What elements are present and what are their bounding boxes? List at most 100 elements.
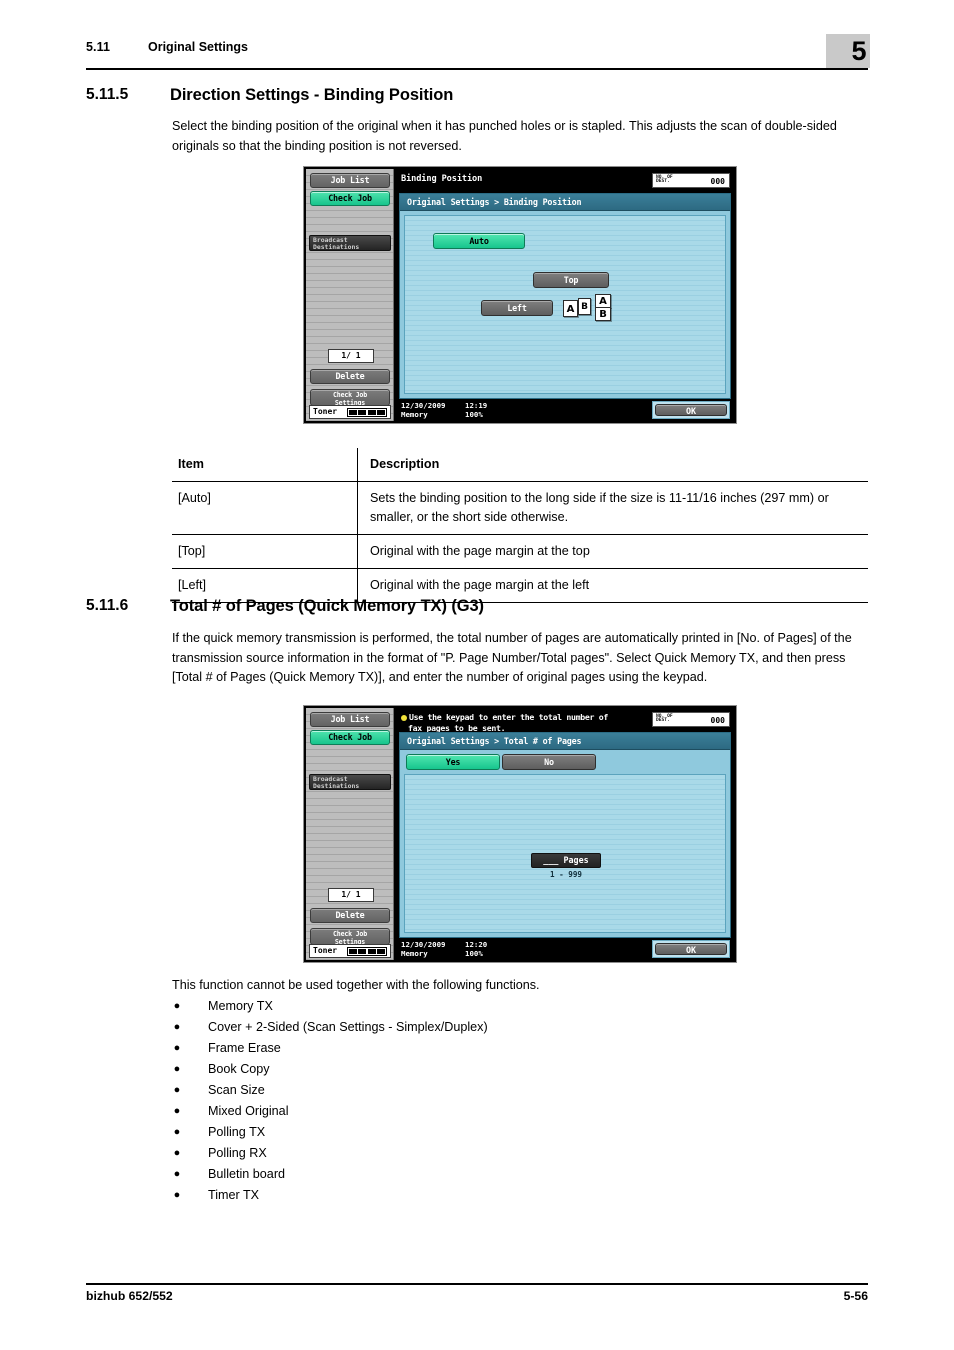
status-memory-value: 100% [465,410,483,419]
list-item-label: Polling TX [208,1125,266,1139]
job-list-button[interactable]: Job List [310,173,390,188]
destination-counter-value: 000 [710,177,725,186]
lcd-surface: Job List Check Job Broadcast Destination… [306,708,734,960]
broadcast-destinations-label: Broadcast Destinations [309,774,391,790]
sidebar-page-counter: 1/ 1 [328,349,374,363]
destination-counter-label-line-2: DEST. [656,718,670,724]
list-item-label: Mixed Original [208,1104,289,1118]
footer-product-name: bizhub 652/552 [86,1289,173,1303]
instruction-line-2: fax pages to be sent. [408,722,506,733]
check-job-button[interactable]: Check Job [310,191,390,206]
binding-preview-icons: A B A B [563,294,625,326]
table-cell-description: Sets the binding position to the long si… [370,491,829,524]
auto-binding-button[interactable]: Auto [433,233,525,249]
status-time: 12:20 [465,940,488,949]
yes-button[interactable]: Yes [406,754,500,770]
destination-counter-value: 000 [710,716,725,725]
lcd-instruction-message: Use the keypad to enter the total number… [401,712,651,733]
running-head-section-number: 5.11 [86,40,111,54]
lcd-header-title: Binding Position [401,174,483,184]
list-item-label: Book Copy [208,1062,270,1076]
destination-counter: NO. OF DEST. 000 [652,712,730,727]
breadcrumb: Original Settings > Binding Position [400,194,730,211]
list-item: ● Book Copy [172,1059,868,1080]
settings-panel: Original Settings > Total # of Pages Yes… [399,732,731,938]
broadcast-line-2: Destinations [313,243,360,252]
bullet-icon: ● [173,1063,181,1075]
bullet-icon: ● [173,1168,181,1180]
toner-label: Toner [313,946,338,955]
delete-button[interactable]: Delete [310,369,390,384]
header-rule [86,68,868,71]
ok-button-frame: OK [652,401,730,419]
left-binding-button[interactable]: Left [481,300,553,316]
bullet-icon: ● [173,1000,181,1012]
lcd-status-bar: 12/30/2009 12:19 Memory 100% OK [395,399,734,421]
top-bound-page-b-icon: B [595,307,611,321]
list-item: ● Cover + 2-Sided (Scan Settings - Simpl… [172,1017,868,1038]
toner-level-bars [347,408,387,417]
list-item-label: Polling RX [208,1146,267,1160]
left-bound-page-b-icon: B [578,298,591,315]
ok-button[interactable]: OK [655,404,727,416]
status-date: 12/30/2009 [401,401,446,410]
pages-range-label: 1 - 999 [549,870,582,879]
list-item: ● Polling TX [172,1122,868,1143]
ok-button-frame: OK [652,940,730,958]
document-page: 5.11 Original Settings 5 5.11.5 Directio… [0,0,954,1350]
bullet-icon: ● [173,1105,181,1117]
pages-input-field[interactable]: ___ Pages [531,853,601,868]
toner-level-bars [347,947,387,956]
broadcast-destinations-label: Broadcast Destinations [309,235,391,251]
table-cell-item: [Top] [172,535,358,568]
list-item-label: Frame Erase [208,1041,281,1055]
list-item-label: Timer TX [208,1188,260,1202]
table-row: [Auto] Sets the binding position to the … [172,482,868,535]
list-item: ● Bulletin board [172,1164,868,1185]
settings-stage: ___ Pages 1 - 999 [404,774,726,933]
lcd-status-bar: 12/30/2009 12:20 Memory 100% OK [395,938,734,960]
ok-button[interactable]: OK [655,943,727,955]
table-row: [Top] Original with the page margin at t… [172,535,868,569]
job-list-button[interactable]: Job List [310,712,390,727]
bullet-icon: ● [173,1084,181,1096]
sidebar-page-counter: 1/ 1 [328,888,374,902]
bullet-icon: ● [173,1021,181,1033]
info-bulb-icon [401,715,407,721]
check-job-button[interactable]: Check Job [310,730,390,745]
section-number: 5.11.6 [86,597,129,614]
list-item-label: Bulletin board [208,1167,286,1181]
footer-page-number: 5-56 [843,1289,868,1303]
conflict-list: This function cannot be used together wi… [172,975,868,1206]
lcd-screenshot-total-pages: Job List Check Job Broadcast Destination… [303,705,737,963]
list-item-label: Cover + 2-Sided (Scan Settings - Simplex… [208,1020,488,1034]
chapter-number: 5 [851,36,867,66]
list-item: ● Mixed Original [172,1101,868,1122]
no-button[interactable]: No [502,754,596,770]
list-item: ● Polling RX [172,1143,868,1164]
list-item: ● Timer TX [172,1185,868,1206]
toner-indicator: Toner [309,405,391,419]
conflict-list-intro-text: This function cannot be used together wi… [172,978,540,992]
table-header-item: Item [172,448,358,481]
bullet-icon: ● [173,1189,181,1201]
check-job-settings-button[interactable]: Check Job Settings [310,389,390,406]
lcd-main-area: Use the keypad to enter the total number… [395,708,734,960]
status-memory-label: Memory [401,410,428,419]
instruction-line-1: Use the keypad to enter the total number… [409,712,609,722]
settings-panel: Original Settings > Binding Position Aut… [399,193,731,399]
table-header-row: Item Description [172,448,868,482]
settings-description-table: Item Description [Auto] Sets the binding… [172,448,868,603]
status-date: 12/30/2009 [401,940,446,949]
toner-indicator: Toner [309,944,391,958]
top-binding-button[interactable]: Top [533,272,609,288]
lcd-main-area: Binding Position NO. OF DEST. 000 Origin… [395,169,734,421]
lcd-sidebar: Job List Check Job Broadcast Destination… [306,708,394,960]
section-title: Direction Settings - Binding Position [170,86,454,104]
bullet-icon: ● [173,1126,181,1138]
running-head: 5.11 Original Settings 5 [86,34,870,68]
table-cell-item: [Auto] [172,482,358,534]
delete-button[interactable]: Delete [310,908,390,923]
status-memory-label: Memory [401,949,428,958]
check-job-settings-button[interactable]: Check Job Settings [310,928,390,945]
